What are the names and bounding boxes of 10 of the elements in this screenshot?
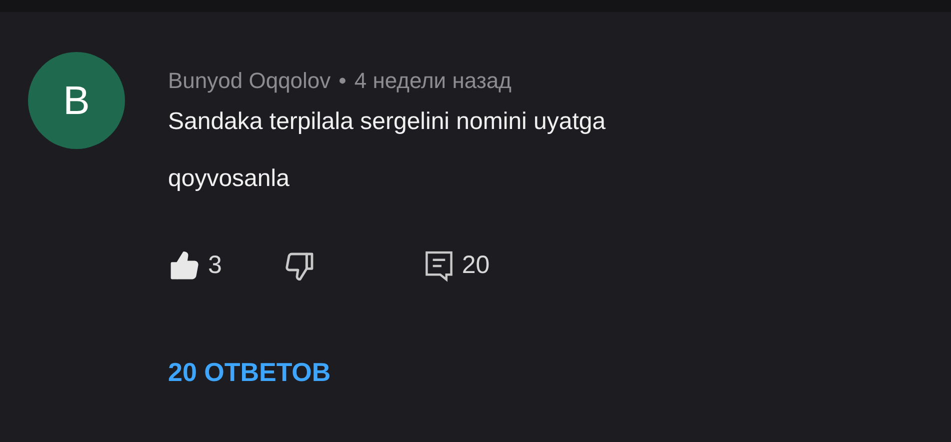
reply-icon[interactable]	[424, 250, 454, 282]
like-icon[interactable]	[168, 250, 200, 282]
reply-count: 20	[462, 250, 490, 281]
comment-text: Sandaka terpilala sergelini nomini uyatga qoyvosanla	[168, 107, 607, 194]
separator: •	[338, 67, 346, 95]
comment-time[interactable]: 4 недели назад	[354, 64, 512, 97]
view-replies-link[interactable]: 20 ОТВЕТОВ	[168, 352, 331, 392]
author-name[interactable]: Bunyod Oqqolov	[168, 64, 331, 97]
avatar[interactable]: B	[28, 52, 125, 149]
like-count: 3	[208, 250, 222, 281]
